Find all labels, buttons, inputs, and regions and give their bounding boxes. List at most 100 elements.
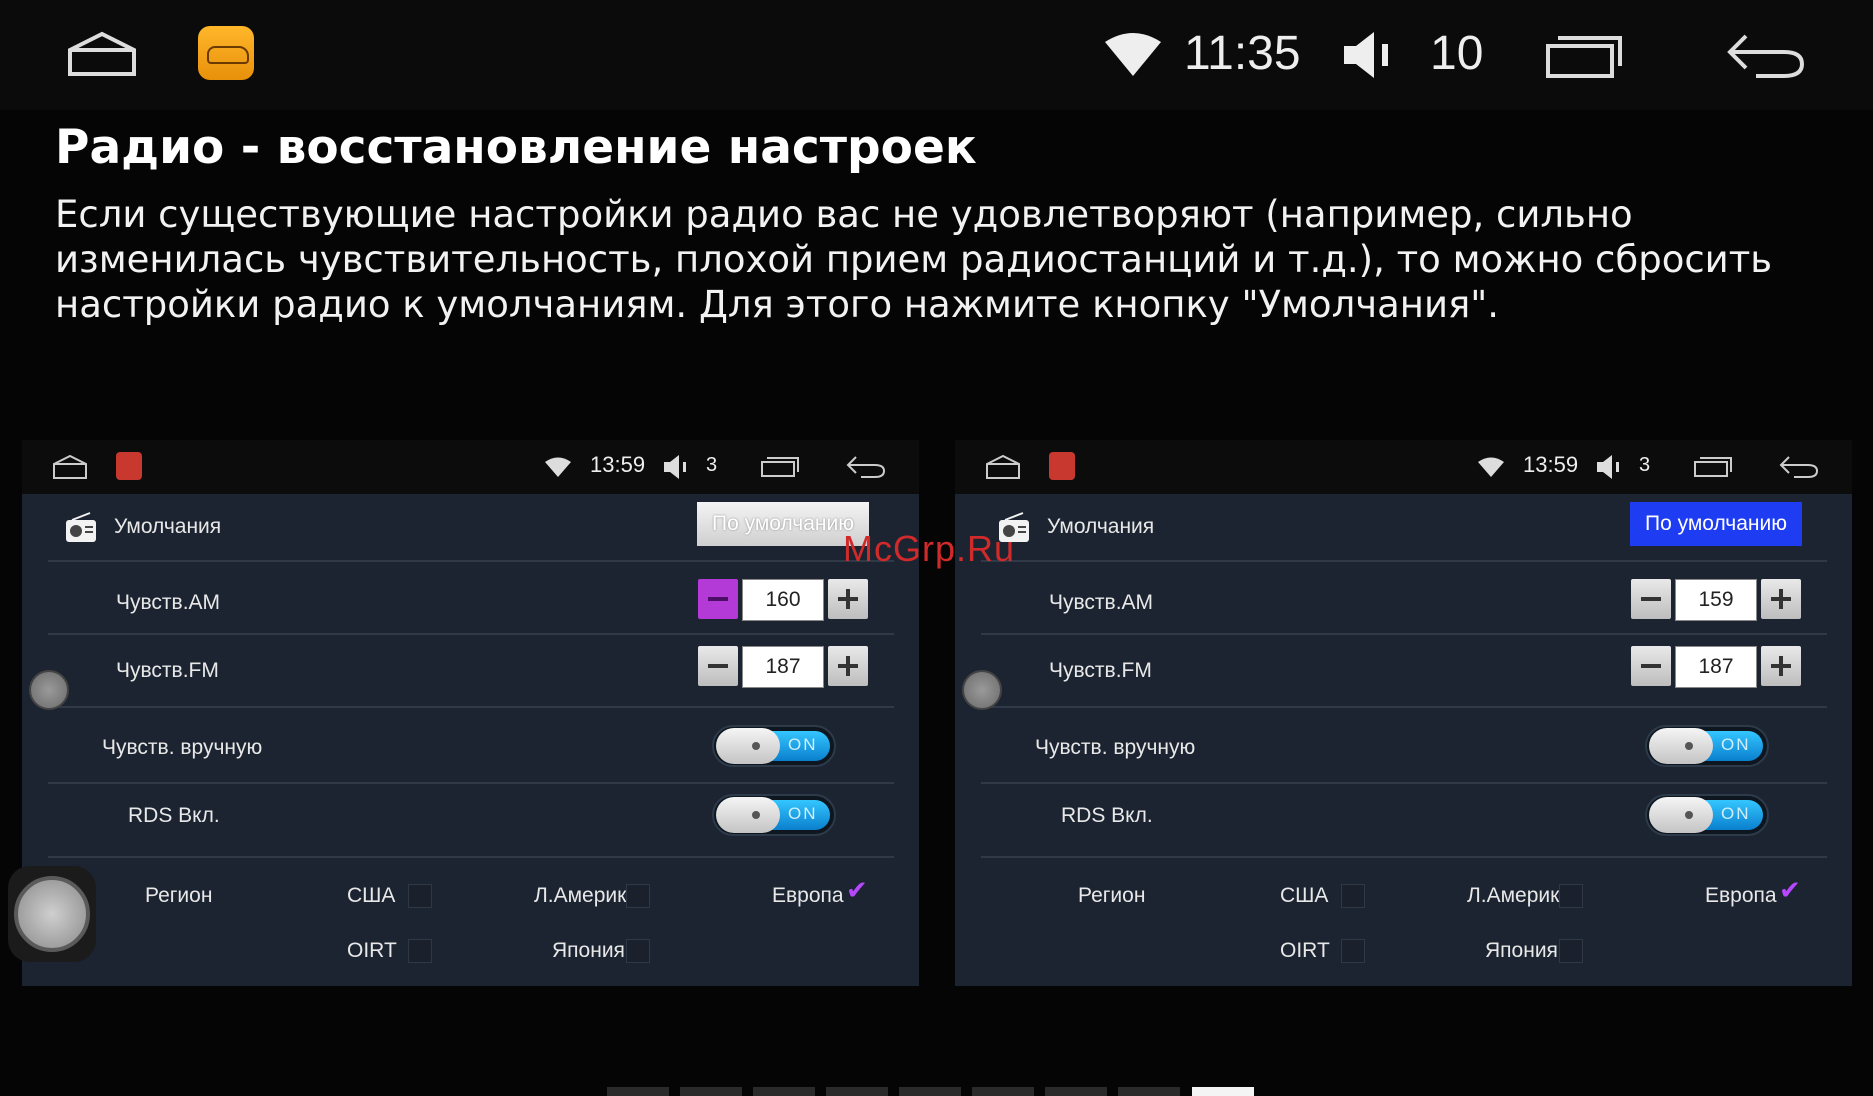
recents-icon[interactable] — [1693, 456, 1733, 478]
radio-icon — [66, 512, 96, 542]
back-icon[interactable] — [846, 454, 886, 480]
region-oirt-checkbox[interactable] — [408, 939, 432, 963]
watermark: McGrp.Ru — [843, 528, 1016, 569]
region-europe-label: Европа — [772, 884, 844, 907]
divider — [981, 782, 1827, 784]
divider — [48, 856, 894, 858]
rds-toggle[interactable]: ON — [1645, 794, 1769, 836]
region-latam-label: Л.Америка — [534, 884, 639, 907]
manual-sensitivity-label: Чувств. вручную — [1035, 736, 1196, 759]
scroll-handle[interactable] — [962, 670, 1002, 710]
divider — [981, 633, 1827, 635]
back-icon[interactable] — [1726, 30, 1806, 80]
panel-volume-level: 3 — [706, 454, 718, 476]
volume-icon[interactable] — [662, 454, 690, 480]
radio-settings-panel-before: 13:59 3 Умолчания По умолчанию Чувств.AM… — [22, 440, 919, 986]
fm-plus-button[interactable] — [828, 646, 868, 686]
page-dot[interactable] — [753, 1087, 815, 1096]
divider — [981, 706, 1827, 708]
page-dot[interactable] — [607, 1087, 669, 1096]
panel-volume-level: 3 — [1639, 454, 1651, 476]
divider — [48, 706, 894, 708]
region-latam-checkbox[interactable] — [1559, 884, 1583, 908]
region-japan-checkbox[interactable] — [1559, 939, 1583, 963]
wifi-icon — [1105, 33, 1161, 76]
page-dot[interactable] — [680, 1087, 742, 1096]
region-latam-label: Л.Америка — [1467, 884, 1572, 907]
divider — [48, 560, 894, 562]
region-oirt-label: OIRT — [1280, 939, 1330, 962]
divider — [48, 633, 894, 635]
am-sensitivity-label: Чувств.AM — [1049, 591, 1154, 614]
page-dot[interactable] — [1045, 1087, 1107, 1096]
volume-icon[interactable] — [1340, 30, 1396, 80]
manual-sensitivity-toggle[interactable]: ON — [712, 725, 836, 767]
region-europe-checkmark-icon[interactable]: ✔ — [1779, 876, 1801, 906]
am-sensitivity-label: Чувств.AM — [116, 591, 221, 614]
region-label: Регион — [145, 884, 213, 907]
radio-app-icon[interactable] — [116, 452, 142, 480]
floating-assistive-button[interactable] — [8, 866, 96, 962]
page-dot-current[interactable] — [1192, 1087, 1254, 1096]
wifi-icon — [1478, 457, 1504, 477]
panel-clock: 13:59 — [590, 452, 646, 477]
manual-sensitivity-toggle[interactable]: ON — [1645, 725, 1769, 767]
am-minus-button[interactable] — [698, 579, 738, 619]
divider — [48, 782, 894, 784]
scroll-handle[interactable] — [29, 670, 69, 710]
region-usa-label: США — [347, 884, 396, 907]
region-oirt-checkbox[interactable] — [1341, 939, 1365, 963]
recents-icon[interactable] — [1544, 34, 1624, 78]
clock: 11:35 — [1184, 27, 1301, 80]
am-sensitivity-stepper: 160 — [698, 579, 870, 623]
back-icon[interactable] — [1779, 454, 1819, 480]
page-dot[interactable] — [899, 1087, 961, 1096]
page-dot[interactable] — [826, 1087, 888, 1096]
page-dot[interactable] — [1118, 1087, 1180, 1096]
defaults-button[interactable]: По умолчанию — [1630, 502, 1802, 546]
fm-sensitivity-label: Чувств.FM — [1049, 659, 1152, 682]
radio-settings-panel-after: 13:59 3 Умолчания По умолчанию Чувств.AM… — [955, 440, 1852, 986]
am-minus-button[interactable] — [1631, 579, 1671, 619]
am-value: 159 — [1675, 579, 1757, 621]
region-japan-label: Япония — [552, 939, 625, 962]
region-japan-checkbox[interactable] — [626, 939, 650, 963]
defaults-label: Умолчания — [114, 515, 222, 538]
rds-toggle[interactable]: ON — [712, 794, 836, 836]
region-usa-checkbox[interactable] — [408, 884, 432, 908]
region-europe-label: Европа — [1705, 884, 1777, 907]
rds-label: RDS Вкл. — [128, 804, 220, 827]
status-bar: 11:35 10 — [0, 0, 1873, 110]
page-title: Радио - восстановление настроек — [55, 120, 977, 175]
fm-sensitivity-stepper: 187 — [1631, 646, 1803, 690]
region-japan-label: Япония — [1485, 939, 1558, 962]
rds-label: RDS Вкл. — [1061, 804, 1153, 827]
divider — [981, 856, 1827, 858]
manual-sensitivity-label: Чувств. вручную — [102, 736, 263, 759]
radio-app-icon[interactable] — [1049, 452, 1075, 480]
panel-clock: 13:59 — [1523, 452, 1579, 477]
car-app-icon[interactable] — [198, 26, 254, 80]
volume-icon[interactable] — [1595, 454, 1623, 480]
am-plus-button[interactable] — [828, 579, 868, 619]
am-sensitivity-stepper: 159 — [1631, 579, 1803, 623]
fm-minus-button[interactable] — [1631, 646, 1671, 686]
region-europe-checkmark-icon[interactable]: ✔ — [846, 876, 868, 906]
home-icon[interactable] — [985, 454, 1021, 480]
fm-sensitivity-label: Чувств.FM — [116, 659, 219, 682]
region-usa-label: США — [1280, 884, 1329, 907]
am-value: 160 — [742, 579, 824, 621]
recents-icon[interactable] — [760, 456, 800, 478]
region-latam-checkbox[interactable] — [626, 884, 650, 908]
fm-minus-button[interactable] — [698, 646, 738, 686]
panel-status-bar: 13:59 3 — [22, 440, 919, 494]
fm-plus-button[interactable] — [1761, 646, 1801, 686]
page-dot[interactable] — [972, 1087, 1034, 1096]
region-usa-checkbox[interactable] — [1341, 884, 1365, 908]
divider — [981, 560, 1827, 562]
page-description: Если существующие настройки радио вас не… — [55, 193, 1773, 326]
home-icon[interactable] — [52, 454, 88, 480]
home-icon[interactable] — [66, 30, 138, 80]
defaults-label: Умолчания — [1047, 515, 1155, 538]
am-plus-button[interactable] — [1761, 579, 1801, 619]
